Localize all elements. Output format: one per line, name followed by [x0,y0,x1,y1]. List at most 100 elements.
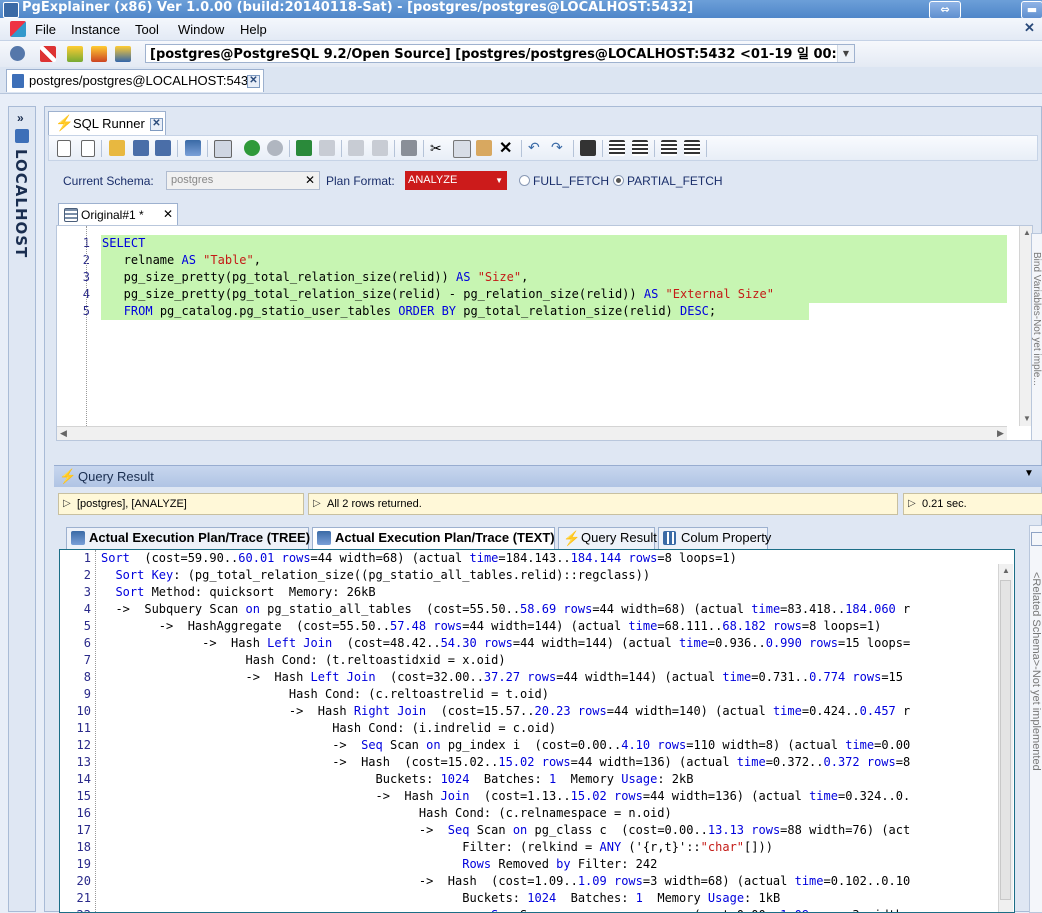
tab-plan-text[interactable]: Actual Execution Plan/Trace (TEXT) [312,527,555,549]
tab-column-property[interactable]: Colum Property [658,527,772,549]
plan-line: -> Hash (cost=1.09..1.09 rows=3 width=68… [101,874,911,888]
editor-tab-bar: Original#1 * ✕ [48,199,1038,226]
editor-line: relname AS "Table", [101,252,1007,269]
lightning-icon: ⚡ [563,530,581,546]
outdent-icon[interactable] [632,140,648,156]
menu-tool[interactable]: Tool [135,22,159,37]
vertical-split-icon[interactable] [372,140,388,156]
editor-line: pg_size_pretty(pg_total_relation_size(re… [101,286,1007,303]
menu-instance[interactable]: Instance [71,22,120,37]
bind-variables-panel[interactable]: Bind Variables-Not yet imple... [1031,233,1042,441]
disconnect-icon[interactable] [40,46,56,62]
editor-code[interactable]: SELECT relname AS "Table", pg_size_prett… [101,235,1007,320]
plan-line: Buckets: 1024 Batches: 1 Memory Usage: 2… [101,772,694,786]
connect-icon[interactable] [67,46,83,62]
connect-manager-icon[interactable] [115,46,131,62]
tab-plan-text-label: Actual Execution Plan/Trace (TEXT) [335,530,555,545]
plan-format-combo[interactable]: ANALYZE ▼ [405,171,507,190]
format-icon[interactable] [214,140,232,158]
line-number: 15 [76,789,91,803]
sql-editor[interactable]: 12345 SELECT relname AS "Table", pg_size… [56,225,1033,441]
uncomment-icon[interactable] [684,140,700,156]
redo-icon[interactable]: ↷ [551,139,567,155]
connection-combo-value: [postgres@PostgreSQL 9.2/Open Source] [p… [150,47,855,62]
info-icon[interactable] [10,46,25,61]
plan-line: -> Hash Join (cost=1.13..15.02 rows=44 w… [101,789,911,803]
plan-format-label: Plan Format: [326,174,395,188]
line-number: 18 [76,840,91,854]
expand-panel-icon[interactable]: » [17,111,24,125]
menu-help[interactable]: Help [240,22,267,37]
plan-line: -> Seq Scan on pg_index i (cost=0.00..4.… [101,738,911,752]
line-number: 19 [76,857,91,871]
status-rows-text: All 2 rows returned. [327,498,422,510]
columns-icon [663,531,676,545]
app-icon [3,2,19,18]
partial-fetch-label: PARTIAL_FETCH [627,174,723,188]
left-side-panel: » LOCALHOST [8,106,36,912]
stop-icon[interactable] [267,140,283,156]
close-icon[interactable]: ✕ [163,207,173,221]
full-fetch-radio[interactable] [519,175,530,186]
plan-line: Hash Cond: (i.indrelid = c.oid) [101,721,557,735]
panel-toggle-icon[interactable] [1031,532,1042,546]
run-icon[interactable] [244,140,260,156]
line-number: 2 [83,568,91,582]
comment-icon[interactable] [661,140,677,156]
minimize-button[interactable]: ▬ [1021,1,1042,19]
grid-icon[interactable] [319,140,335,156]
plan-text[interactable]: Sort (cost=59.90..60.01 rows=44 width=68… [101,550,1001,912]
plan-text-view[interactable]: 12345678910111213141516171819202122 Sort… [59,549,1015,913]
close-icon[interactable]: ✕ [150,118,163,131]
new-file-icon[interactable] [57,140,71,157]
restore-button[interactable]: ⇔ [929,1,961,19]
editor-toolbar: ✂ ✕ ↶ ↷ [48,135,1038,161]
line-number: 14 [76,772,91,786]
delete-icon[interactable]: ✕ [499,138,515,157]
horizontal-split-icon[interactable] [348,140,364,156]
menu-window[interactable]: Window [178,22,224,37]
connect-properties-icon[interactable] [91,46,107,62]
save-all-icon[interactable] [155,140,171,156]
indent-icon[interactable] [609,140,625,156]
excel-export-icon[interactable] [296,140,312,156]
chevron-down-icon[interactable]: ▼ [495,171,503,190]
tab-column-property-label: Colum Property [681,530,772,545]
close-icon[interactable]: ✕ [247,75,260,88]
line-number: 7 [83,653,91,667]
plan-scroll-thumb[interactable] [1000,580,1011,900]
plan-vertical-scrollbar[interactable]: ▲ [998,564,1013,912]
tab-original[interactable]: Original#1 * ✕ [58,203,178,226]
app-menu-icon[interactable] [10,21,26,37]
panel-menu-icon[interactable]: ▼ [1024,468,1034,479]
tab-query-result-label: Query Result [581,530,657,545]
print-icon[interactable] [401,140,417,156]
find-icon[interactable] [580,140,596,156]
partial-fetch-radio[interactable] [613,175,624,186]
tab-query-result[interactable]: ⚡ Query Result [558,527,657,549]
tab-plan-tree[interactable]: Actual Execution Plan/Trace (TREE) [66,527,310,549]
line-number: 13 [76,755,91,769]
left-panel-label: LOCALHOST [12,149,30,259]
new-window-icon[interactable] [81,140,95,157]
tab-connection[interactable]: postgres/postgres@LOCALHOST:5432 ✕ [6,69,264,92]
open-folder-icon[interactable] [109,140,125,156]
chevron-down-icon[interactable]: ▼ [837,45,854,62]
line-number: 8 [83,670,91,684]
save-icon[interactable] [133,140,149,156]
plan-tree-icon [71,531,85,545]
editor-horizontal-scrollbar[interactable]: ◀ ▶ [57,426,1007,440]
paste-icon[interactable] [476,140,492,156]
line-number: 16 [76,806,91,820]
close-document-icon[interactable]: ✕ [1024,21,1035,34]
connection-combo[interactable]: [postgres@PostgreSQL 9.2/Open Source] [p… [145,44,855,63]
copy-icon[interactable] [453,140,471,158]
current-schema-combo[interactable]: postgres ✕ [166,171,320,190]
clear-icon[interactable]: ✕ [305,172,315,189]
undo-icon[interactable]: ↶ [528,139,544,155]
cut-icon[interactable]: ✂ [430,140,446,156]
menu-file[interactable]: File [35,22,56,37]
related-schema-panel[interactable]: <Related Schema>-Not yet implemented [1029,525,1042,913]
plan-tree-icon[interactable] [185,140,201,156]
tab-sql-runner[interactable]: ⚡ SQL Runner ✕ [48,111,166,135]
